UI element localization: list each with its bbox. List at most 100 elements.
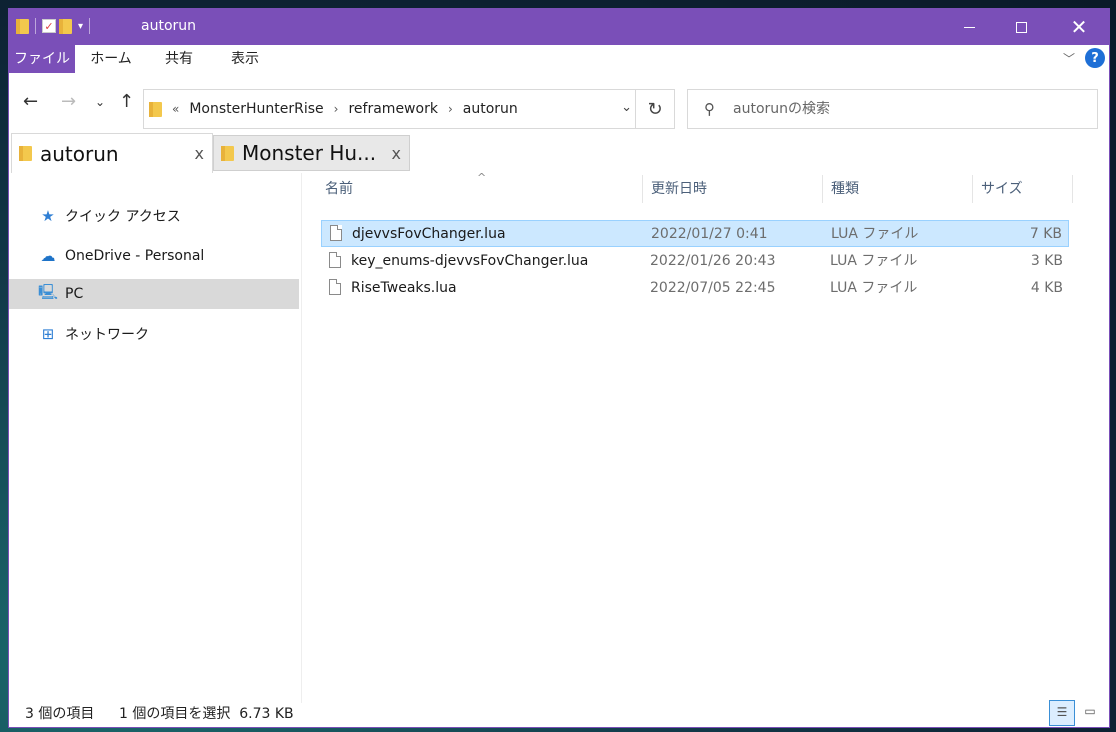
details-view-button[interactable]: ☰ [1049, 700, 1075, 726]
tab-autorun[interactable]: autorun x [11, 133, 213, 173]
file-name: djevvsFovChanger.lua [352, 226, 506, 242]
cloud-icon: ☁ [40, 247, 56, 265]
navigation-pane: ★ クイック アクセス ☁ OneDrive - Personal 🖳 PC ⊞… [9, 173, 299, 703]
navigation-bar: ← → ⌄ ↑ « MonsterHunterRise › reframewor… [9, 73, 1109, 133]
close-icon: ✕ [1070, 15, 1088, 39]
chevron-right-icon[interactable]: › [448, 102, 453, 116]
pc-icon: 🖳 [38, 282, 59, 301]
item-count: 3 個の項目 [25, 706, 95, 722]
folder-icon [19, 146, 32, 161]
toolbar-divider [89, 18, 91, 34]
column-divider[interactable] [642, 175, 643, 203]
large-icons-view-button[interactable]: ▭ [1077, 700, 1103, 726]
column-divider[interactable] [822, 175, 823, 203]
breadcrumb: « MonsterHunterRise › reframework › auto… [172, 101, 518, 117]
lua-file-icon [329, 279, 341, 295]
file-type: LUA ファイル [830, 280, 918, 296]
column-header-size[interactable]: サイズ [981, 173, 1023, 203]
star-icon: ★ [41, 207, 55, 225]
address-history-icon[interactable]: ⌄ [621, 100, 632, 115]
explorer-window: ✓ ▾ autorun ✕ ファイル ホーム 共有 表示 ﹀ ? ← → ⌄ ↑… [8, 8, 1110, 728]
ribbon-tab-file[interactable]: ファイル [9, 45, 75, 73]
customize-toolbar-icon[interactable]: ▾ [78, 21, 83, 32]
folder-icon [149, 101, 162, 117]
column-header-type[interactable]: 種類 [831, 173, 859, 203]
file-size: 7 KB [1029, 226, 1062, 242]
column-header-name[interactable]: 名前 [325, 173, 353, 203]
expand-ribbon-icon[interactable]: ﹀ [1063, 50, 1075, 67]
file-size: 4 KB [1030, 280, 1063, 296]
sidebar-item-network[interactable]: ⊞ ネットワーク [9, 319, 299, 349]
breadcrumb-overflow[interactable]: « [172, 102, 179, 116]
file-name: key_enums-djevvsFovChanger.lua [351, 253, 589, 269]
selection-info: 1 個の項目を選択 6.73 KB [119, 706, 294, 722]
sort-ascending-icon: ^ [477, 171, 487, 184]
lua-file-icon [330, 225, 342, 241]
sidebar-item-label: クイック アクセス [65, 209, 181, 225]
close-tab-icon[interactable]: x [195, 144, 204, 163]
file-modified: 2022/01/26 20:43 [650, 253, 776, 269]
new-folder-icon[interactable] [59, 18, 72, 34]
minimize-icon [963, 26, 975, 28]
ribbon: ファイル ホーム 共有 表示 ﹀ ? [9, 45, 1109, 73]
ribbon-tab-view[interactable]: 表示 [215, 45, 275, 73]
sidebar-item-label: OneDrive - Personal [65, 248, 205, 264]
minimize-button[interactable] [943, 9, 995, 45]
tab-label: Monster Hu... [242, 141, 377, 165]
file-type: LUA ファイル [830, 253, 918, 269]
close-button[interactable]: ✕ [1053, 9, 1105, 45]
breadcrumb-item[interactable]: autorun [463, 101, 518, 117]
search-icon: ⚲ [704, 100, 715, 118]
breadcrumb-item[interactable]: MonsterHunterRise [189, 101, 323, 117]
title-bar: ✓ ▾ autorun ✕ [9, 9, 1109, 45]
refresh-button[interactable]: ↻ [635, 90, 674, 128]
refresh-icon: ↻ [647, 98, 663, 120]
file-name: RiseTweaks.lua [351, 280, 457, 296]
recent-locations-icon[interactable]: ⌄ [95, 95, 105, 109]
column-divider[interactable] [1072, 175, 1073, 203]
tab-label: autorun [40, 141, 119, 166]
help-icon[interactable]: ? [1085, 48, 1105, 68]
quick-access-toolbar: ✓ ▾ [16, 18, 91, 34]
ribbon-tab-home[interactable]: ホーム [81, 45, 141, 73]
maximize-icon [1015, 21, 1027, 33]
details-view-icon: ☰ [1056, 705, 1068, 719]
tab-strip: autorun x Monster Hu... x [9, 133, 1109, 173]
up-icon[interactable]: ↑ [119, 91, 134, 112]
properties-icon[interactable]: ✓ [42, 19, 56, 33]
network-icon: ⊞ [41, 325, 55, 343]
file-modified: 2022/07/05 22:45 [650, 280, 776, 296]
chevron-right-icon[interactable]: › [334, 102, 339, 116]
sidebar-item-pc[interactable]: 🖳 PC [9, 279, 299, 309]
table-row[interactable]: RiseTweaks.lua 2022/07/05 22:45 LUA ファイル… [321, 275, 1069, 302]
sidebar-item-label: PC [65, 286, 84, 302]
back-icon[interactable]: ← [23, 91, 38, 112]
window-title: autorun [141, 18, 197, 34]
toolbar-divider [35, 18, 36, 34]
file-size: 3 KB [1030, 253, 1063, 269]
maximize-button[interactable] [995, 9, 1047, 45]
large-icons-view-icon: ▭ [1084, 704, 1096, 718]
breadcrumb-item[interactable]: reframework [348, 101, 437, 117]
ribbon-tab-share[interactable]: 共有 [151, 45, 207, 73]
file-modified: 2022/01/27 0:41 [651, 226, 768, 242]
file-type: LUA ファイル [831, 226, 919, 242]
file-list: ^ 名前 更新日時 種類 サイズ djevvsFovChanger.lua 20… [301, 171, 1101, 703]
sidebar-item-label: ネットワーク [65, 327, 149, 343]
address-bar[interactable]: « MonsterHunterRise › reframework › auto… [143, 89, 675, 129]
close-tab-icon[interactable]: x [392, 144, 401, 163]
search-input[interactable] [731, 100, 1035, 118]
search-box[interactable]: ⚲ [687, 89, 1098, 129]
forward-icon[interactable]: → [61, 91, 76, 112]
folder-icon [221, 145, 234, 161]
lua-file-icon [329, 252, 341, 268]
sidebar-item-quick-access[interactable]: ★ クイック アクセス [9, 201, 299, 231]
table-row[interactable]: djevvsFovChanger.lua 2022/01/27 0:41 LUA… [321, 220, 1069, 247]
sidebar-item-onedrive[interactable]: ☁ OneDrive - Personal [9, 241, 299, 271]
status-bar: 3 個の項目 1 個の項目を選択 6.73 KB ☰ ▭ [9, 699, 1109, 727]
column-divider[interactable] [972, 175, 973, 203]
table-row[interactable]: key_enums-djevvsFovChanger.lua 2022/01/2… [321, 248, 1069, 275]
tab-monster-hunter[interactable]: Monster Hu... x [213, 135, 410, 171]
folder-icon [16, 18, 29, 34]
column-header-modified[interactable]: 更新日時 [651, 173, 707, 203]
